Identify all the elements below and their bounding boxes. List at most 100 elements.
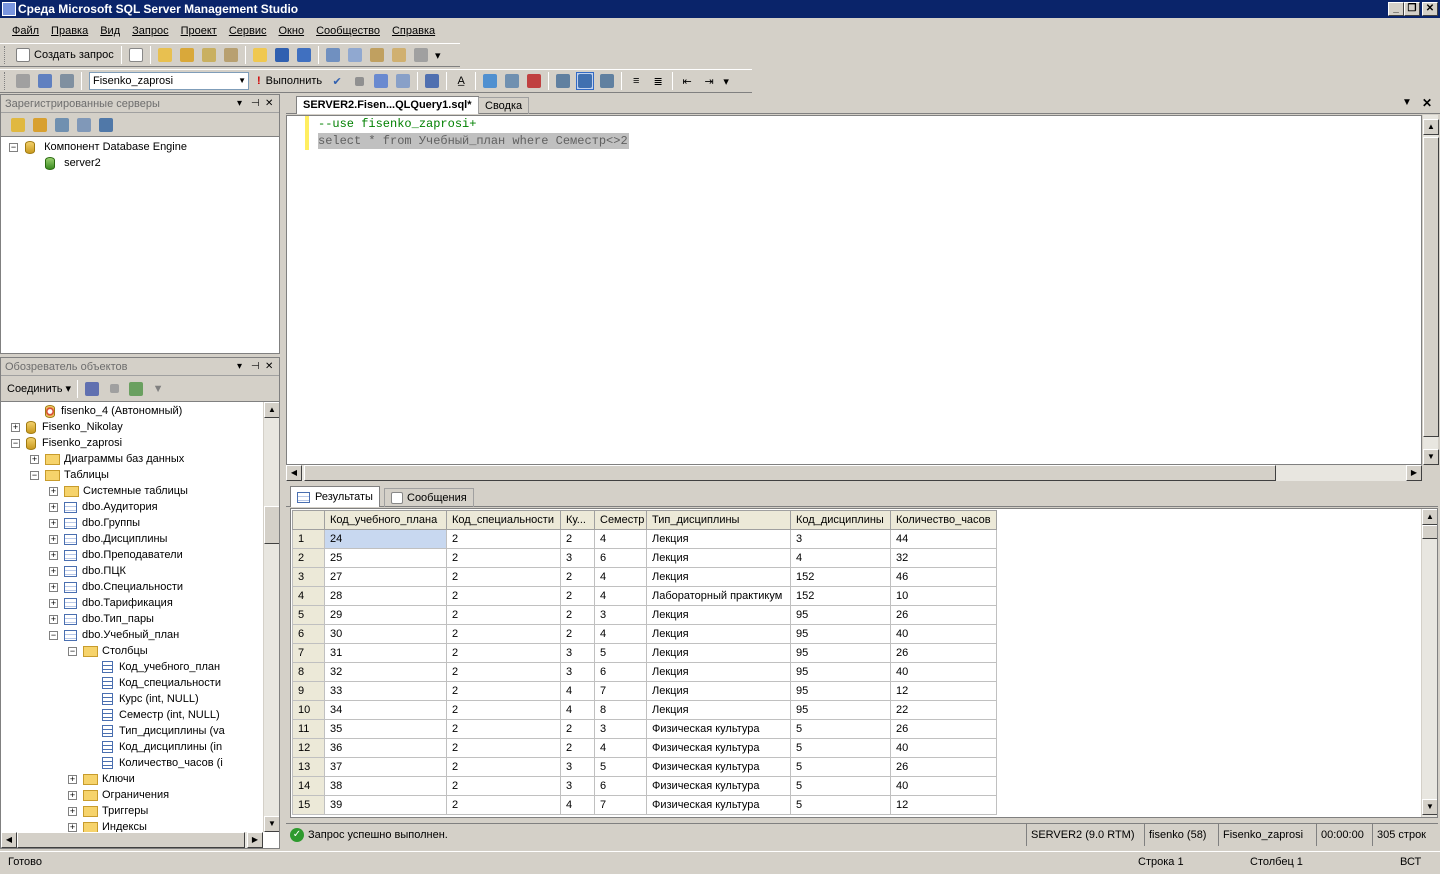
grid-cell[interactable]: 33: [324, 681, 447, 701]
collapse-icon[interactable]: −: [9, 143, 18, 152]
grid-cell[interactable]: Физическая культура: [646, 738, 791, 758]
grid-cell[interactable]: Лекция: [646, 529, 791, 549]
comment-out-icon[interactable]: ≡: [627, 72, 645, 90]
collapse-icon[interactable]: −: [11, 439, 20, 448]
grid-cell[interactable]: 2: [446, 529, 561, 549]
minimize-button[interactable]: _: [1388, 2, 1404, 16]
grid-cell[interactable]: 7: [594, 795, 647, 815]
grid-cell[interactable]: Лекция: [646, 681, 791, 701]
include-plan-icon[interactable]: [481, 72, 499, 90]
intellisense-icon[interactable]: A̲: [452, 72, 470, 90]
table-row[interactable]: 6 30 2 2 4 Лекция 95 40: [292, 624, 997, 644]
grid-cell[interactable]: 2: [446, 681, 561, 701]
grid-cell[interactable]: 2: [560, 719, 595, 739]
tree-item[interactable]: + Ограничения: [1, 787, 169, 803]
row-number[interactable]: 13: [292, 757, 325, 777]
specify-values-icon[interactable]: [423, 72, 441, 90]
grid-cell[interactable]: Лекция: [646, 605, 791, 625]
tree-item[interactable]: + Триггеры: [1, 803, 148, 819]
row-number[interactable]: 9: [292, 681, 325, 701]
tree-item[interactable]: + dbo.Специальности: [1, 579, 183, 595]
grid-cell[interactable]: 2: [446, 662, 561, 682]
grid-cell[interactable]: 2: [446, 719, 561, 739]
grid-cell[interactable]: 5: [790, 795, 891, 815]
grid-cell[interactable]: 95: [790, 605, 891, 625]
uncomment-icon[interactable]: ≣: [649, 72, 667, 90]
xmla-query-icon[interactable]: [222, 46, 240, 64]
row-number[interactable]: 11: [292, 719, 325, 739]
grid-cell[interactable]: 2: [446, 548, 561, 568]
grid-cell[interactable]: 152: [790, 586, 891, 606]
expand-icon[interactable]: +: [68, 807, 77, 816]
editor-hscrollbar[interactable]: ◀ ▶: [286, 465, 1422, 481]
increase-indent-icon[interactable]: ⇥: [700, 72, 718, 90]
grid-cell[interactable]: 32: [890, 548, 997, 568]
refresh-icon[interactable]: [127, 380, 145, 398]
mobile-icon[interactable]: [75, 116, 93, 134]
scroll-thumb[interactable]: [264, 506, 279, 544]
close-icon[interactable]: ✕: [265, 95, 273, 113]
expand-icon[interactable]: +: [49, 599, 58, 608]
grid-cell[interactable]: 95: [790, 681, 891, 701]
panel-dropdown-icon[interactable]: ▾: [237, 358, 242, 376]
tree-item[interactable]: Количество_часов (i: [1, 755, 223, 771]
tree-item[interactable]: + dbo.ПЦК: [1, 563, 126, 579]
disconnect-icon[interactable]: [83, 380, 101, 398]
tree-item[interactable]: + dbo.Преподаватели: [1, 547, 183, 563]
pin-icon[interactable]: ⊣: [251, 358, 260, 376]
grid-cell[interactable]: 5: [594, 757, 647, 777]
row-number[interactable]: 10: [292, 700, 325, 720]
tree-item[interactable]: Код_специальности: [1, 675, 221, 691]
grid-column-header[interactable]: Код_дисциплины: [790, 510, 891, 530]
scroll-down-icon[interactable]: ▼: [1422, 799, 1437, 815]
results-to-grid-icon[interactable]: [576, 72, 595, 90]
open-file-icon[interactable]: [251, 46, 269, 64]
db-engine-query-icon[interactable]: [156, 46, 174, 64]
object-explorer-hscrollbar[interactable]: ◀ ▶: [1, 832, 263, 848]
table-row[interactable]: 9 33 2 4 7 Лекция 95 12: [292, 681, 997, 701]
row-number[interactable]: 14: [292, 776, 325, 796]
grid-cell[interactable]: 3: [594, 719, 647, 739]
scroll-right-icon[interactable]: ▶: [1406, 465, 1422, 481]
scroll-left-icon[interactable]: ◀: [1, 832, 17, 848]
grid-cell[interactable]: 24: [324, 529, 447, 549]
expand-icon[interactable]: +: [49, 567, 58, 576]
change-connection-icon[interactable]: [58, 72, 76, 90]
parse-check-icon[interactable]: ✔: [328, 72, 346, 90]
grid-cell[interactable]: 4: [790, 548, 891, 568]
grid-cell[interactable]: Физическая культура: [646, 719, 791, 739]
execute-button[interactable]: ! Выполнить: [253, 75, 326, 87]
grid-cell[interactable]: 2: [446, 795, 561, 815]
expand-icon[interactable]: +: [49, 519, 58, 528]
pin-icon[interactable]: ⊣: [251, 95, 260, 113]
scroll-down-icon[interactable]: ▼: [264, 816, 279, 832]
menu-item[interactable]: Справка: [386, 25, 441, 37]
client-statistics-icon[interactable]: [503, 72, 521, 90]
grid-cell[interactable]: 26: [890, 605, 997, 625]
tree-item[interactable]: + Fisenko_Nikolay: [1, 419, 123, 435]
tab-query[interactable]: SERVER2.Fisen...QLQuery1.sql*: [296, 96, 479, 114]
tree-item[interactable]: + Диаграммы баз данных: [1, 451, 184, 467]
editor-line-2[interactable]: select * from Учебный_план where Семестр…: [318, 133, 629, 149]
grid-cell[interactable]: 36: [324, 738, 447, 758]
close-document-icon[interactable]: ✕: [1422, 96, 1432, 110]
db-engine-icon[interactable]: [9, 116, 27, 134]
grid-cell[interactable]: 2: [446, 567, 561, 587]
grid-cell[interactable]: 2: [446, 643, 561, 663]
scroll-left-icon[interactable]: ◀: [286, 465, 302, 481]
query-editor[interactable]: --use fisenko_zaprosi+ select * from Уче…: [286, 115, 1422, 465]
table-row[interactable]: 10 34 2 4 8 Лекция 95 22: [292, 700, 997, 720]
object-explorer-icon[interactable]: [346, 46, 364, 64]
toolbar-grip[interactable]: [4, 72, 8, 90]
include-stats-icon[interactable]: [525, 72, 543, 90]
expand-icon[interactable]: +: [68, 823, 77, 832]
grid-cell[interactable]: 5: [790, 757, 891, 777]
save-icon[interactable]: [273, 46, 291, 64]
menu-item[interactable]: Проект: [175, 25, 223, 37]
grid-cell[interactable]: 29: [324, 605, 447, 625]
menu-item[interactable]: Файл: [6, 25, 45, 37]
grid-cell[interactable]: Лекция: [646, 700, 791, 720]
tree-item[interactable]: Тип_дисциплины (va: [1, 723, 225, 739]
row-number[interactable]: 6: [292, 624, 325, 644]
grid-cell[interactable]: 35: [324, 719, 447, 739]
